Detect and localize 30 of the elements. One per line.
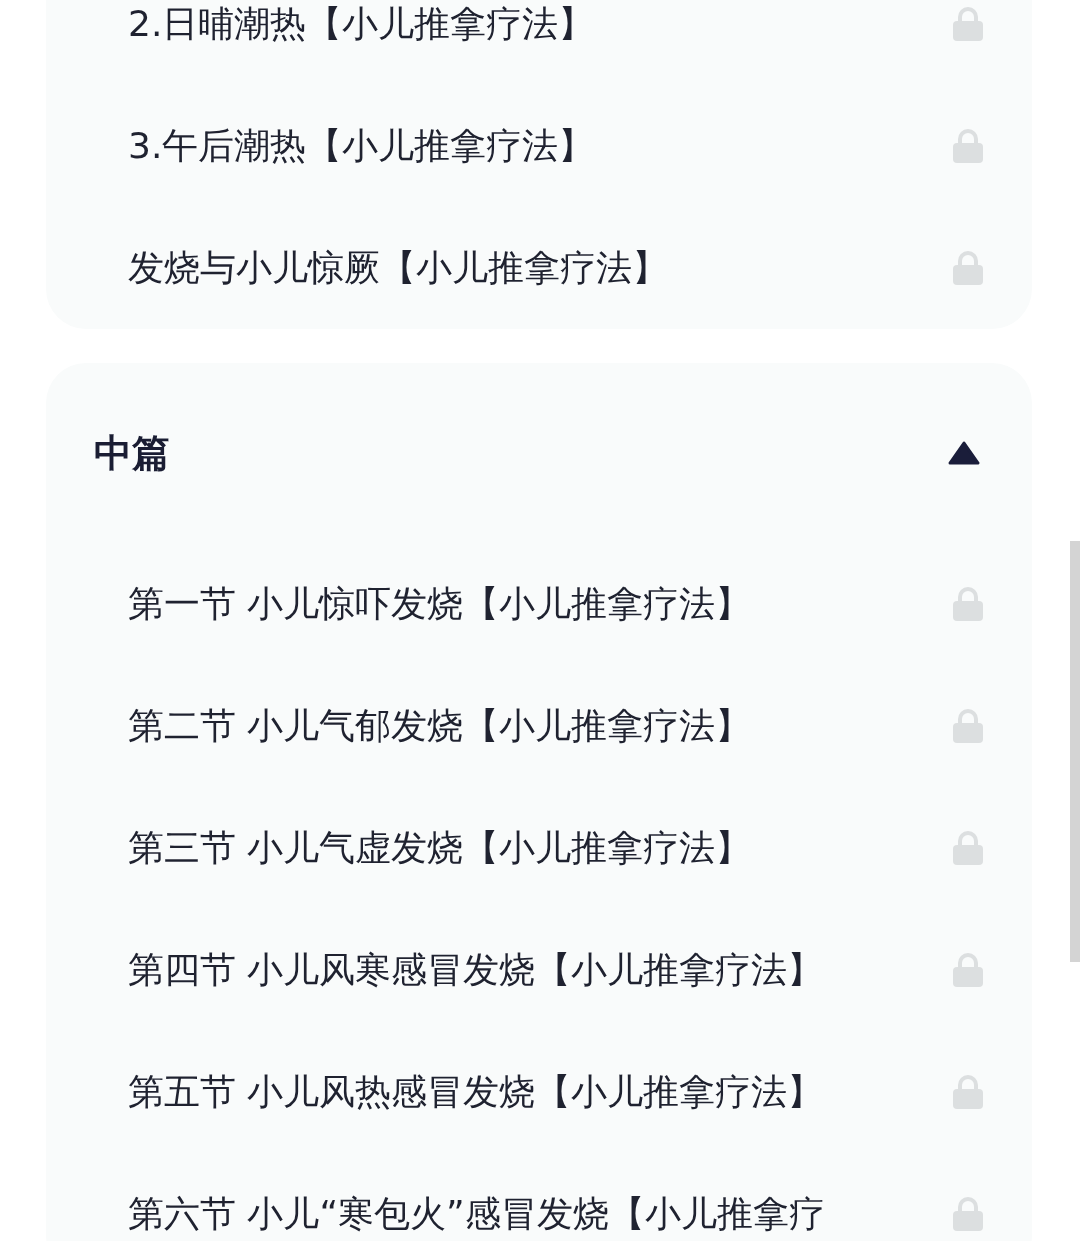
lesson-title: 2.日晡潮热【小儿推拿疗法】: [128, 2, 595, 46]
lesson-title: 第二节 小儿气郁发烧【小儿推拿疗法】: [128, 704, 752, 748]
lock-icon: [952, 7, 984, 41]
lesson-title: 第四节 小儿风寒感冒发烧【小儿推拿疗法】: [128, 948, 824, 992]
lesson-item[interactable]: 发烧与小儿惊厥【小儿推拿疗法】: [46, 207, 1032, 329]
lock-icon: [952, 587, 984, 621]
lesson-item[interactable]: 第五节 小儿风热感冒发烧【小儿推拿疗法】: [46, 1031, 1032, 1153]
lock-icon: [952, 831, 984, 865]
lesson-title: 第一节 小儿惊吓发烧【小儿推拿疗法】: [128, 582, 752, 626]
section-title: 中篇: [94, 429, 170, 477]
lock-icon: [952, 1075, 984, 1109]
lesson-item[interactable]: 2.日晡潮热【小儿推拿疗法】: [46, 0, 1032, 85]
lock-icon: [952, 709, 984, 743]
lesson-item[interactable]: 第一节 小儿惊吓发烧【小儿推拿疗法】: [46, 543, 1032, 665]
lesson-item[interactable]: 第二节 小儿气郁发烧【小儿推拿疗法】: [46, 665, 1032, 787]
lesson-title: 3.午后潮热【小儿推拿疗法】: [128, 124, 595, 168]
lesson-item[interactable]: 第四节 小儿风寒感冒发烧【小儿推拿疗法】: [46, 909, 1032, 1031]
lesson-title: 第三节 小儿气虚发烧【小儿推拿疗法】: [128, 826, 752, 870]
section-header[interactable]: 中篇: [46, 363, 1032, 543]
lock-icon: [952, 1197, 984, 1231]
lesson-item[interactable]: 第三节 小儿气虚发烧【小儿推拿疗法】: [46, 787, 1032, 909]
lesson-item[interactable]: 3.午后潮热【小儿推拿疗法】: [46, 85, 1032, 207]
lesson-title: 第五节 小儿风热感冒发烧【小儿推拿疗法】: [128, 1070, 824, 1114]
lock-icon: [952, 953, 984, 987]
lock-icon: [952, 251, 984, 285]
lock-icon: [952, 129, 984, 163]
lesson-item[interactable]: 第六节 小儿“寒包火”感冒发烧【小儿推拿疗: [46, 1153, 1032, 1241]
lesson-title: 发烧与小儿惊厥【小儿推拿疗法】: [128, 246, 668, 290]
scrollbar[interactable]: [1070, 541, 1080, 962]
lesson-title: 第六节 小儿“寒包火”感冒发烧【小儿推拿疗: [128, 1192, 825, 1236]
